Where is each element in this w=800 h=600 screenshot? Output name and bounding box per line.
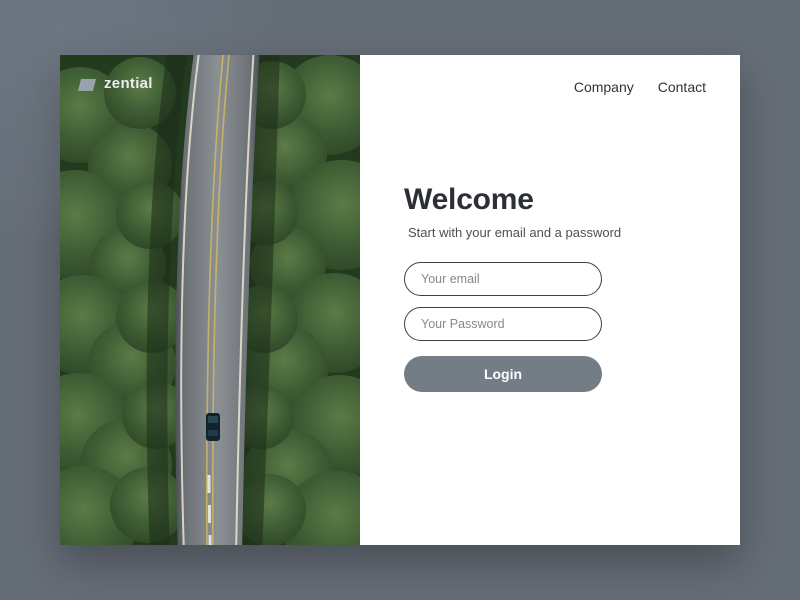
password-input[interactable]: [404, 307, 602, 341]
email-input[interactable]: [404, 262, 602, 296]
page-subtitle: Start with your email and a password: [408, 225, 706, 240]
login-button[interactable]: Login: [404, 356, 602, 392]
page-title: Welcome: [404, 183, 706, 217]
login-card: zential Company Contact Welcome Start wi…: [60, 55, 740, 545]
brand-logo-icon: [78, 78, 96, 90]
top-nav: Company Contact: [404, 79, 706, 95]
brand-name: zential: [104, 75, 153, 92]
nav-contact[interactable]: Contact: [658, 79, 706, 95]
hero-image-panel: zential: [60, 55, 360, 545]
login-form: Welcome Start with your email and a pass…: [404, 183, 706, 392]
forest-road-image: [60, 55, 360, 545]
brand: zential: [78, 75, 153, 92]
right-panel: Company Contact Welcome Start with your …: [360, 55, 740, 545]
nav-company[interactable]: Company: [574, 79, 634, 95]
